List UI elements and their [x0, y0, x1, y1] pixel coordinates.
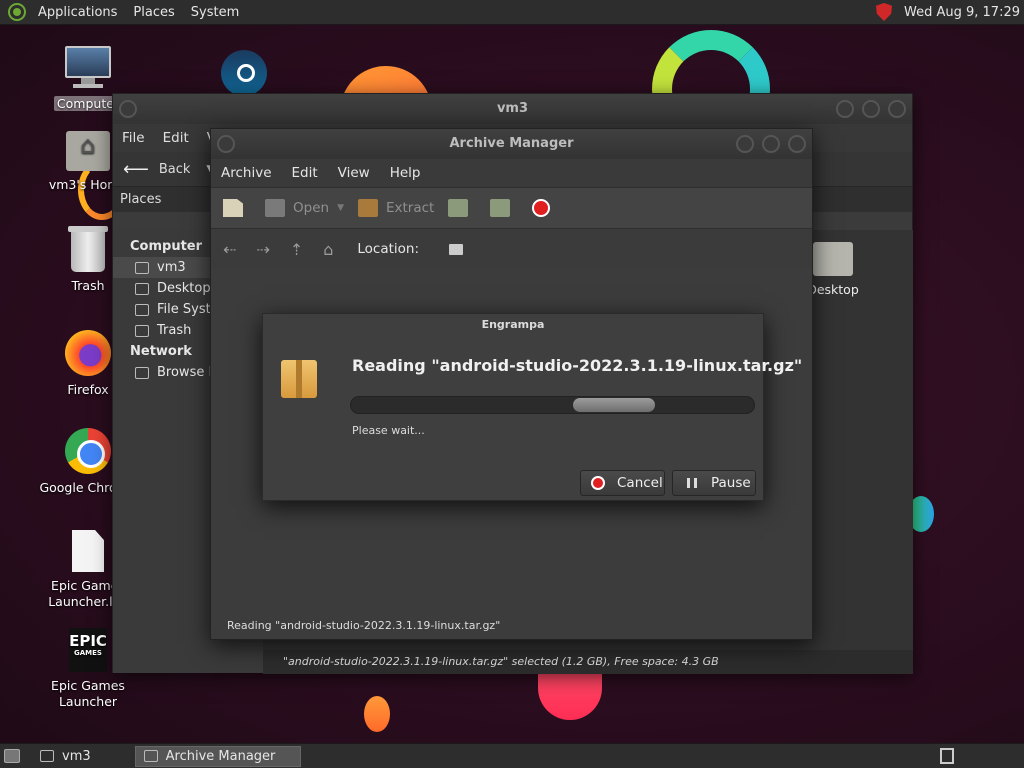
folder-icon [813, 242, 853, 276]
desktop-icon-label: Epic Games Launcher [51, 678, 125, 709]
drive-icon [135, 303, 149, 316]
taskbar-item-archive-manager[interactable]: Archive Manager [134, 745, 301, 767]
epic-games-icon: EPIC GAMES [69, 628, 107, 672]
menu-edit[interactable]: Edit [282, 165, 328, 181]
maximize-button[interactable] [862, 100, 880, 118]
shield-icon[interactable] [876, 3, 892, 21]
minimize-button[interactable] [736, 135, 754, 153]
menu-view[interactable]: View [328, 165, 380, 181]
menu-help[interactable]: Help [380, 165, 431, 181]
show-desktop-icon[interactable] [4, 749, 20, 763]
menu-system[interactable]: System [183, 0, 247, 25]
archive-icon [143, 750, 158, 762]
desktop-icon [135, 282, 149, 295]
package-icon [281, 360, 317, 398]
menu-edit[interactable]: Edit [154, 130, 198, 146]
window-menu-button[interactable] [217, 135, 235, 153]
dialog-subtext: Please wait... [352, 424, 425, 437]
location-label: Location: [357, 241, 420, 257]
chevron-down-icon[interactable]: ▼ [337, 203, 344, 213]
maximize-button[interactable] [762, 135, 780, 153]
back-icon[interactable]: ⇠ [223, 240, 236, 259]
progress-bar [350, 396, 755, 414]
add-folder-button[interactable] [490, 199, 518, 217]
progress-dialog: Engrampa Reading "android-studio-2022.3.… [262, 313, 802, 501]
folder-icon [449, 243, 464, 255]
statusbar: "android-studio-2022.3.1.19-linux.tar.gz… [263, 650, 913, 674]
window-titlebar[interactable]: Archive Manager [211, 129, 812, 159]
window-title: Archive Manager [449, 136, 574, 151]
trash-icon [68, 226, 108, 272]
statusbar: Reading "android-studio-2022.3.1.19-linu… [227, 619, 501, 632]
network-icon [135, 366, 149, 379]
home-folder-icon [66, 131, 110, 171]
trash-icon [135, 324, 149, 337]
open-icon [265, 199, 285, 217]
extract-icon [357, 199, 378, 217]
window-title: vm3 [496, 101, 529, 116]
home-icon[interactable]: ⌂ [323, 240, 333, 259]
window-menu-button[interactable] [119, 100, 137, 118]
pause-button[interactable]: Pause [672, 470, 756, 496]
minimize-button[interactable] [836, 100, 854, 118]
stop-button[interactable] [532, 199, 558, 217]
menu-archive[interactable]: Archive [211, 165, 282, 181]
progress-pulse-indicator [573, 398, 655, 412]
workspace-switcher-icon[interactable] [940, 748, 954, 764]
toolbar: Open ▼ Extract [211, 187, 812, 229]
menubar: Archive Edit View Help [211, 159, 812, 187]
window-titlebar[interactable]: vm3 [113, 94, 912, 124]
desktop-icon-label: Trash [71, 278, 105, 293]
pause-icon [687, 478, 697, 488]
folder-icon [40, 750, 54, 762]
home-icon [135, 261, 149, 274]
dialog-title[interactable]: Engrampa [263, 314, 763, 336]
tray: Wed Aug 9, 17:29 [876, 3, 1020, 21]
file-icon [72, 530, 104, 572]
open-button[interactable]: Open [265, 199, 329, 217]
dialog-heading: Reading "android-studio-2022.3.1.19-linu… [352, 356, 803, 375]
taskbar-item-vm3[interactable]: vm3 [32, 746, 99, 767]
add-folder-icon [490, 199, 511, 217]
add-files-button[interactable] [448, 199, 476, 217]
menu-applications[interactable]: Applications [30, 0, 125, 25]
bottom-panel: vm3 Archive Manager [0, 743, 1024, 768]
cancel-icon [591, 476, 605, 490]
distro-logo-icon[interactable] [8, 3, 26, 21]
computer-icon [65, 46, 111, 90]
location-bar: ⇠ ⇢ ⇡ ⌂ Location: [211, 229, 812, 269]
steam-icon [221, 50, 267, 96]
top-panel: Applications Places System Wed Aug 9, 17… [0, 0, 1024, 25]
back-arrow-icon[interactable]: ⟵ [123, 159, 149, 180]
back-button[interactable]: Back [159, 162, 191, 177]
forward-icon[interactable]: ⇢ [256, 240, 269, 259]
menu-places[interactable]: Places [125, 0, 182, 25]
menu-file[interactable]: File [113, 130, 154, 146]
up-icon[interactable]: ⇡ [290, 240, 303, 259]
close-button[interactable] [888, 100, 906, 118]
extract-button[interactable]: Extract [357, 199, 434, 217]
clock[interactable]: Wed Aug 9, 17:29 [904, 5, 1020, 20]
firefox-icon [65, 330, 111, 376]
stop-icon [532, 199, 551, 217]
new-archive-icon [223, 199, 243, 217]
chrome-icon [65, 428, 111, 474]
sidebar-selector-label: Places [120, 192, 162, 207]
close-button[interactable] [788, 135, 806, 153]
cancel-button[interactable]: Cancel [580, 470, 665, 496]
desktop-icon-label: Firefox [67, 382, 109, 397]
wallpaper-small-shape [364, 696, 390, 732]
new-archive-button[interactable] [223, 199, 251, 217]
add-files-icon [448, 199, 469, 217]
